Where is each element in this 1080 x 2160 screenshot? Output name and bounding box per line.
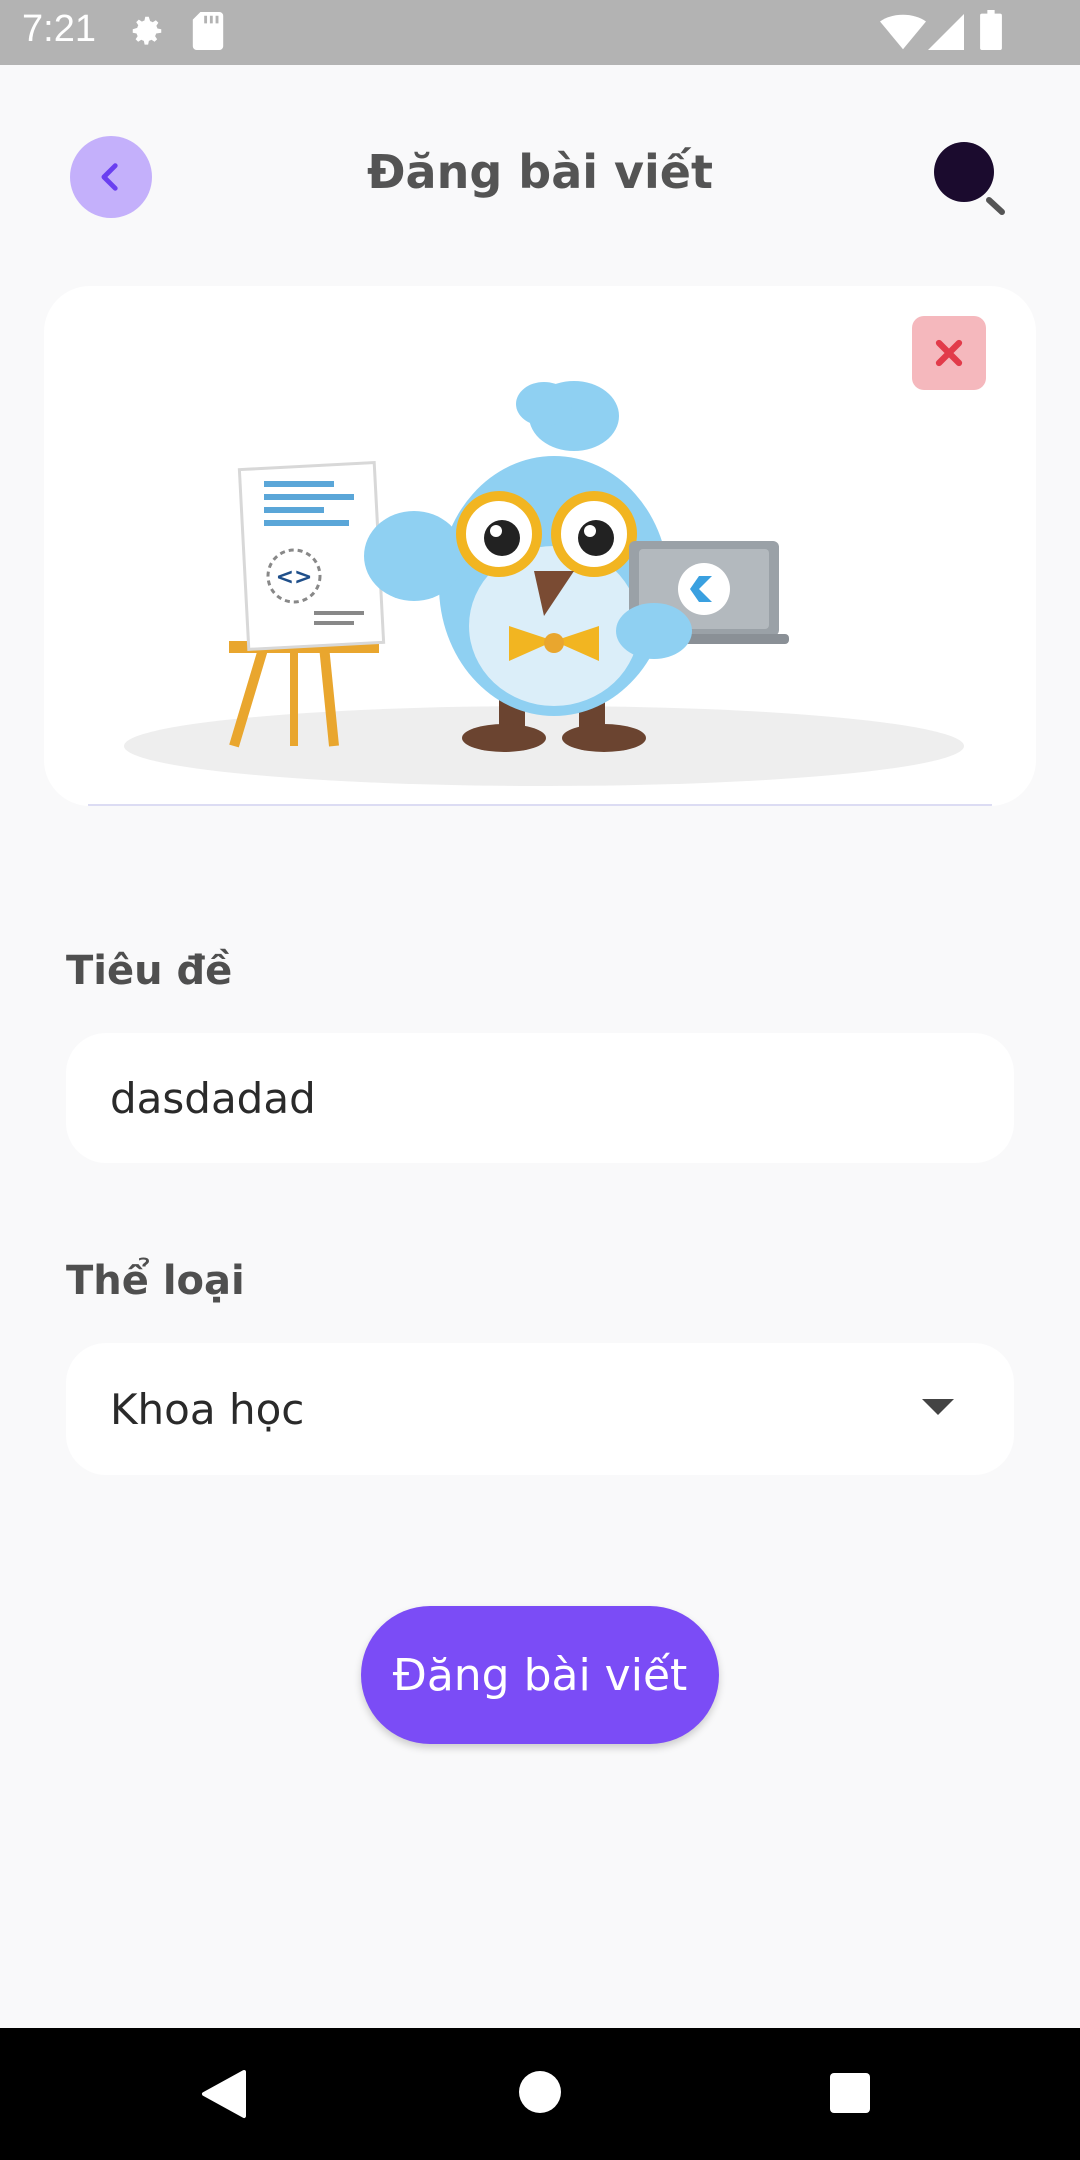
home-circle-icon[interactable] xyxy=(518,2070,562,2114)
search-avatar-icon[interactable] xyxy=(932,140,1010,218)
page-title: Đăng bài viết xyxy=(367,145,713,199)
image-card-divider xyxy=(88,804,992,806)
status-bar: 7:21 xyxy=(0,0,1080,65)
gear-icon xyxy=(132,16,162,45)
category-label: Thể loại xyxy=(66,1258,245,1304)
remove-image-button[interactable] xyxy=(912,316,986,390)
image-preview-card: <> xyxy=(44,286,1036,806)
navigation-bar xyxy=(0,2028,1080,2160)
svg-text:<>: <> xyxy=(276,565,313,590)
category-dropdown[interactable]: Khoa học xyxy=(66,1343,1014,1475)
signal-icon xyxy=(928,14,964,50)
recents-square-icon[interactable] xyxy=(829,2072,871,2114)
category-selected-value: Khoa học xyxy=(110,1384,305,1434)
status-time: 7:21 xyxy=(22,8,96,50)
title-label: Tiêu đề xyxy=(66,948,233,994)
submit-post-button[interactable]: Đăng bài viết xyxy=(361,1606,719,1744)
title-input[interactable]: dasdadad xyxy=(66,1033,1014,1163)
wifi-icon xyxy=(880,14,926,50)
dropdown-arrow-icon xyxy=(922,1399,954,1415)
sd-card-icon xyxy=(192,12,224,50)
mascot-illustration: <> xyxy=(124,381,964,786)
battery-icon xyxy=(980,10,1002,50)
back-triangle-icon[interactable] xyxy=(200,2068,248,2120)
title-input-value: dasdadad xyxy=(110,1073,316,1123)
close-icon xyxy=(935,339,963,367)
